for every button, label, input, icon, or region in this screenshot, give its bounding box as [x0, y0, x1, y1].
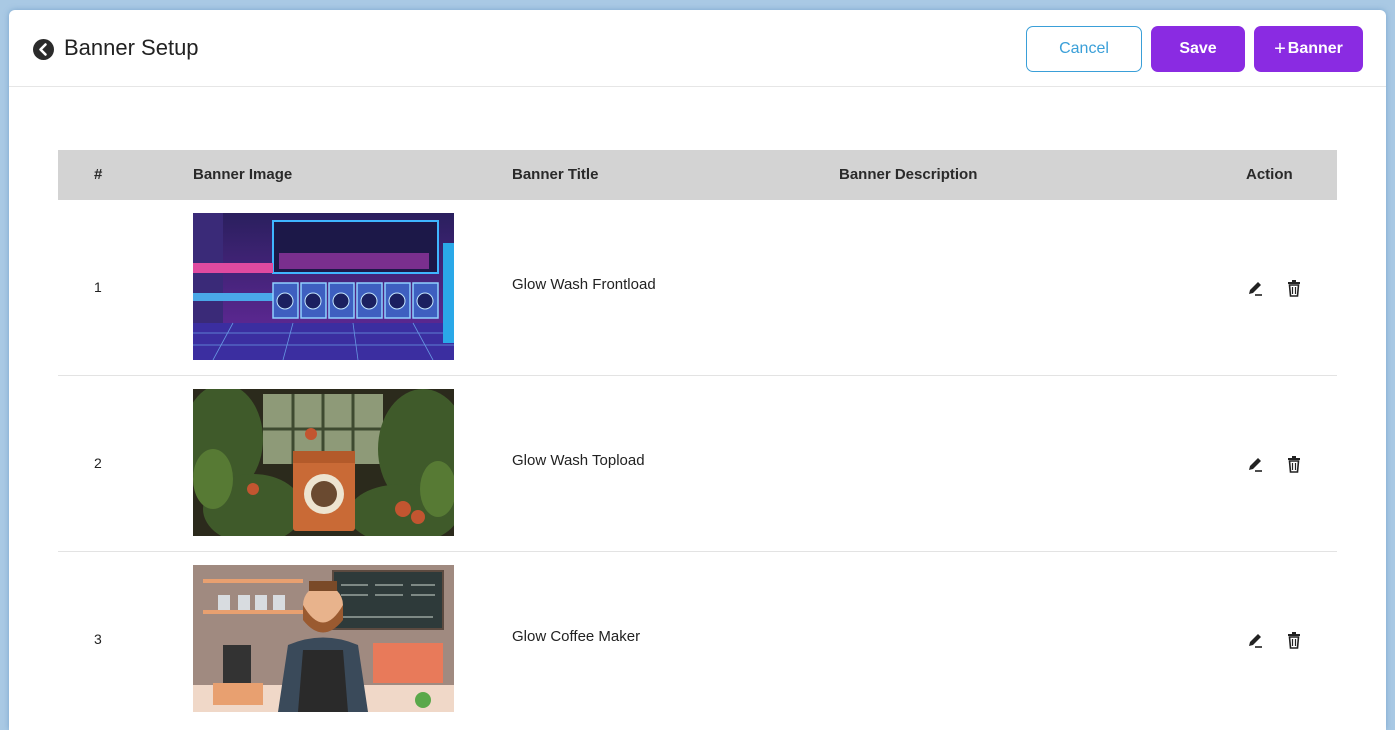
banner-title: Glow Wash Topload: [512, 452, 645, 469]
app-window: Banner Setup Cancel Save + Banner # Bann…: [9, 10, 1386, 730]
banner-image-jungle-washer: [193, 389, 454, 536]
cancel-button[interactable]: Cancel: [1026, 26, 1142, 72]
trash-icon[interactable]: [1286, 455, 1302, 478]
banner-table: # Banner Image Banner Title Banner Descr…: [58, 150, 1337, 727]
page-header: Banner Setup Cancel Save + Banner: [9, 10, 1386, 87]
page-title: Banner Setup: [64, 35, 199, 60]
column-header-image: Banner Image: [193, 166, 293, 183]
trash-icon[interactable]: [1286, 279, 1302, 302]
edit-pencil-icon[interactable]: [1246, 455, 1264, 478]
column-header-action: Action: [1246, 166, 1293, 183]
edit-pencil-icon[interactable]: [1246, 279, 1264, 302]
back-arrow-icon[interactable]: [33, 39, 54, 60]
add-banner-label: Banner: [1287, 40, 1343, 57]
column-header-description: Banner Description: [839, 166, 978, 183]
row-index: 1: [94, 279, 102, 295]
banner-image-laundromat: [193, 213, 454, 360]
plus-icon: +: [1274, 37, 1286, 60]
add-banner-button[interactable]: + Banner: [1254, 26, 1363, 72]
table-row: 2 Glow Wash Topload: [58, 376, 1337, 552]
table-row: 3 Glow Coffee Maker: [58, 552, 1337, 727]
table-header: # Banner Image Banner Title Banner Descr…: [58, 150, 1337, 200]
banner-title: Glow Coffee Maker: [512, 628, 641, 645]
edit-pencil-icon[interactable]: [1246, 631, 1264, 654]
banner-image-barista: [193, 565, 454, 712]
row-index: 2: [94, 455, 102, 471]
row-index: 3: [94, 631, 102, 647]
table-row: 1 Glow Wash Frontload: [58, 200, 1337, 376]
column-header-title: Banner Title: [512, 166, 599, 183]
save-button[interactable]: Save: [1151, 26, 1245, 72]
column-header-index: #: [94, 166, 103, 183]
banner-title: Glow Wash Frontload: [512, 276, 656, 293]
trash-icon[interactable]: [1286, 631, 1302, 654]
